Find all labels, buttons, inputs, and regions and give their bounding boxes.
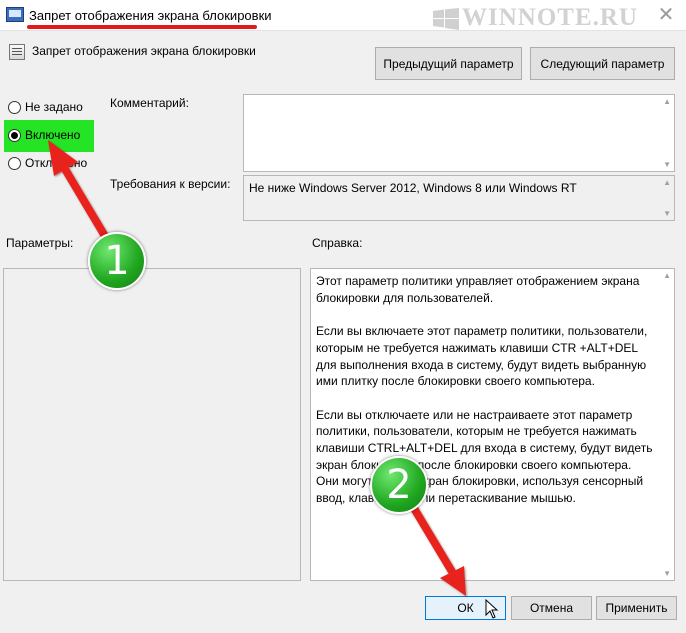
radio-button[interactable]: [8, 156, 21, 170]
scroll-up-icon[interactable]: ▲: [663, 178, 671, 187]
windows-logo-icon: [433, 8, 459, 30]
radio-button[interactable]: [8, 100, 21, 114]
scroll-up-icon[interactable]: ▲: [663, 271, 671, 280]
step-badge-2: 2: [370, 456, 428, 514]
version-scrollbar[interactable]: ▲ ▼: [658, 176, 674, 220]
step-badge-1: 1: [88, 232, 146, 290]
version-field: Не ниже Windows Server 2012, Windows 8 и…: [243, 175, 675, 221]
title-underline-annotation: [27, 25, 257, 29]
cancel-button[interactable]: Отмена: [511, 596, 592, 620]
help-paragraph: Если вы отключаете или не настраиваете э…: [316, 407, 653, 506]
policy-title: Запрет отображения экрана блокировки: [32, 44, 256, 58]
mouse-cursor-icon: [485, 599, 499, 619]
radio-button-checked[interactable]: [8, 128, 21, 142]
help-paragraph: Если вы включаете этот параметр политики…: [316, 324, 648, 389]
previous-setting-button[interactable]: Предыдущий параметр: [375, 47, 522, 80]
apply-button[interactable]: Применить: [596, 596, 677, 620]
version-label: Требования к версии:: [110, 177, 231, 191]
params-panel: [3, 268, 301, 581]
comment-label: Комментарий:: [110, 96, 189, 110]
radio-label: Не задано: [25, 100, 83, 114]
help-text: Этот параметр политики управляет отображ…: [316, 273, 656, 524]
help-paragraph: Этот параметр политики управляет отображ…: [316, 274, 640, 305]
scroll-up-icon[interactable]: ▲: [663, 97, 671, 106]
help-label: Справка:: [312, 236, 363, 250]
window-icon: [6, 7, 24, 22]
next-setting-button[interactable]: Следующий параметр: [530, 47, 675, 80]
help-panel: Этот параметр политики управляет отображ…: [310, 268, 675, 581]
params-label: Параметры:: [6, 236, 74, 250]
title-bar: Запрет отображения экрана блокировки WIN…: [0, 0, 686, 31]
help-scrollbar[interactable]: ▲ ▼: [658, 269, 674, 580]
radio-label: Включено: [25, 128, 81, 142]
comment-scrollbar[interactable]: ▲ ▼: [658, 95, 674, 171]
close-button[interactable]: ✕: [652, 4, 680, 26]
radio-label: Отключено: [25, 156, 88, 170]
radio-disabled[interactable]: Отключено: [8, 153, 87, 173]
radio-enabled[interactable]: Включено: [8, 125, 80, 145]
policy-icon: [9, 44, 25, 60]
version-value: Не ниже Windows Server 2012, Windows 8 и…: [249, 181, 577, 195]
comment-textarea[interactable]: ▲ ▼: [243, 94, 675, 172]
watermark: WINNOTE.RU: [462, 4, 638, 31]
window-title: Запрет отображения экрана блокировки: [29, 8, 272, 23]
scroll-down-icon[interactable]: ▼: [663, 569, 671, 578]
scroll-down-icon[interactable]: ▼: [663, 209, 671, 218]
scroll-down-icon[interactable]: ▼: [663, 160, 671, 169]
radio-not-configured[interactable]: Не задано: [8, 97, 83, 117]
